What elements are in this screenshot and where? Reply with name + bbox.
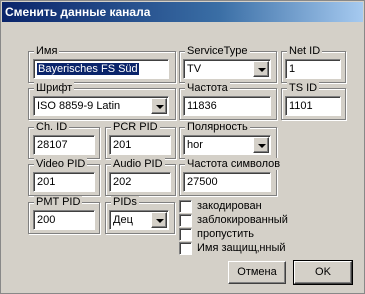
protected-name-checkbox[interactable]: Имя защищ‚нный <box>179 242 286 256</box>
servicetype-select[interactable]: TV <box>183 59 271 79</box>
pcr-pid-value: 201 <box>113 139 132 151</box>
chevron-down-icon[interactable] <box>253 61 269 77</box>
polarity-label: Полярность <box>185 121 250 133</box>
protected-name-label: Имя защищ‚нный <box>197 242 286 254</box>
checkbox-box[interactable] <box>179 242 192 255</box>
cancel-button-label: Отмена <box>237 266 277 278</box>
checkbox-box[interactable] <box>179 228 192 241</box>
pcr-pid-input[interactable]: 201 <box>109 135 171 155</box>
font-label: Шрифт <box>34 82 75 94</box>
title-bar: Сменить данные канала <box>2 2 363 22</box>
net-id-input[interactable]: 1 <box>285 59 341 79</box>
ok-button-label: OK <box>315 266 331 278</box>
net-id-value: 1 <box>289 63 296 75</box>
skip-checkbox[interactable]: пропустить <box>179 228 254 242</box>
net-id-label: Net ID <box>287 45 323 57</box>
symbol-rate-label: Частота символов <box>185 158 283 170</box>
pmt-pid-label: PMT PID <box>34 196 83 208</box>
blocked-label: заблокированный <box>197 214 288 226</box>
font-select[interactable]: ISO 8859-9 Latin <box>33 96 169 116</box>
pcr-pid-label: PCR PID <box>111 121 160 133</box>
pmt-pid-value: 200 <box>37 214 56 226</box>
audio-pid-input[interactable]: 202 <box>109 172 171 192</box>
ch-id-value: 28107 <box>37 139 68 151</box>
dialog-window: Сменить данные канала Имя Bayerisches FS… <box>0 0 365 294</box>
encoded-label: закодирован <box>197 200 262 212</box>
video-pid-label: Video PID <box>34 158 88 170</box>
name-value: Bayerisches FS Süd <box>37 63 139 75</box>
ts-id-label: TS ID <box>287 82 320 94</box>
audio-pid-value: 202 <box>113 176 132 188</box>
servicetype-label: ServiceType <box>185 45 250 57</box>
chevron-down-icon[interactable] <box>151 212 167 228</box>
skip-label: пропустить <box>197 228 254 240</box>
ts-id-input[interactable]: 1101 <box>285 96 341 116</box>
font-value: ISO 8859-9 Latin <box>33 96 169 116</box>
blocked-checkbox[interactable]: заблокированный <box>179 214 288 228</box>
ch-id-input[interactable]: 28107 <box>33 135 95 155</box>
pmt-pid-input[interactable]: 200 <box>33 210 95 230</box>
chevron-down-icon[interactable] <box>151 98 167 114</box>
frequency-label: Частота <box>185 82 230 94</box>
polarity-select[interactable]: hor <box>183 135 271 155</box>
checkbox-box[interactable] <box>179 200 192 213</box>
frequency-value: 11836 <box>187 100 217 112</box>
video-pid-value: 201 <box>37 176 56 188</box>
name-input[interactable]: Bayerisches FS Süd <box>33 59 169 79</box>
encoded-checkbox[interactable]: закодирован <box>179 200 262 214</box>
frequency-input[interactable]: 11836 <box>183 96 271 116</box>
pids-label: PIDs <box>111 196 139 208</box>
ts-id-value: 1101 <box>289 100 313 112</box>
symbol-rate-value: 27500 <box>187 176 218 188</box>
name-label: Имя <box>34 45 60 57</box>
pids-select[interactable]: Дец <box>109 210 169 230</box>
ch-id-label: Ch. ID <box>34 121 70 133</box>
chevron-down-icon[interactable] <box>253 137 269 153</box>
window-title: Сменить данные канала <box>5 5 151 19</box>
video-pid-input[interactable]: 201 <box>33 172 95 192</box>
cancel-button[interactable]: Отмена <box>228 261 286 284</box>
symbol-rate-input[interactable]: 27500 <box>183 172 271 192</box>
checkbox-box[interactable] <box>179 214 192 227</box>
ok-button[interactable]: OK <box>293 260 353 285</box>
audio-pid-label: Audio PID <box>111 158 165 170</box>
